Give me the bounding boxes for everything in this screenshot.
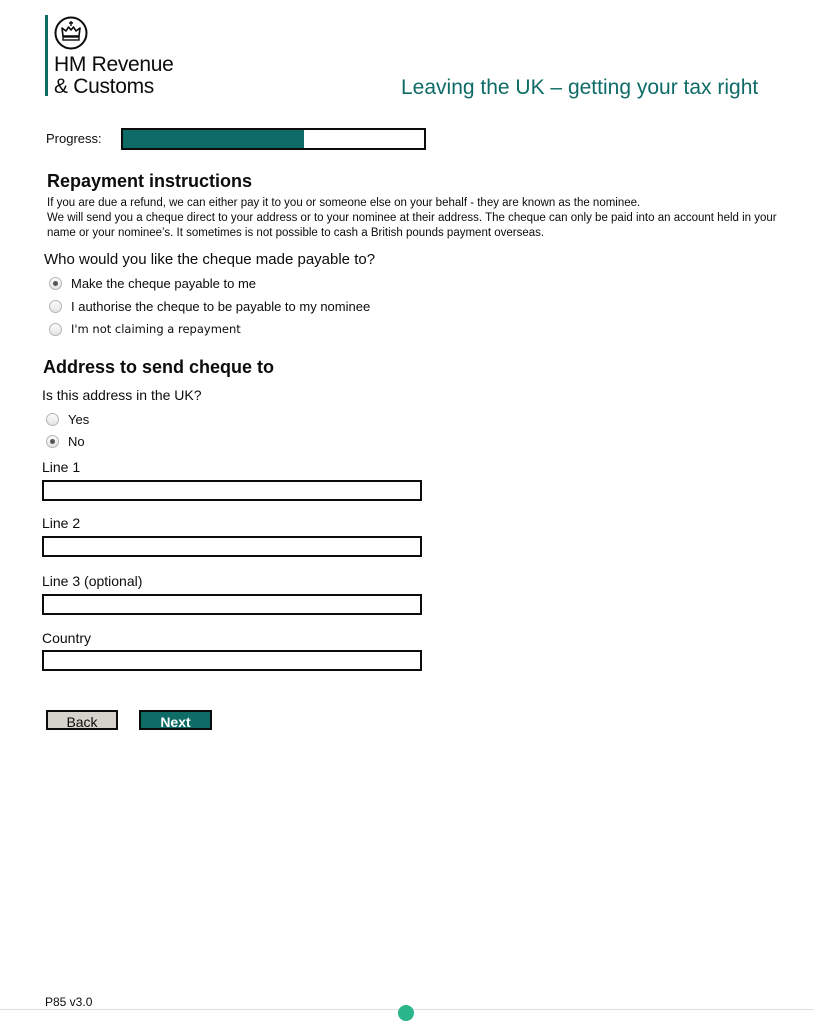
logo-line-2: & Customs — [54, 75, 154, 98]
line2-label: Line 2 — [42, 515, 81, 531]
intro-paragraph-1: If you are due a refund, we can either p… — [47, 197, 641, 209]
radio-button[interactable] — [49, 277, 62, 290]
radio-button[interactable] — [46, 413, 59, 426]
progress-label: Progress: — [46, 131, 102, 146]
crown-crest-icon — [54, 16, 88, 50]
logo-line-1: HM Revenue — [54, 53, 174, 76]
logo-accent-bar — [45, 15, 48, 96]
country-input[interactable] — [42, 650, 422, 671]
next-button[interactable]: Next — [139, 710, 212, 730]
payee-option-not-claiming[interactable]: I'm not claiming a repayment — [49, 322, 241, 336]
payee-option-nominee[interactable]: I authorise the cheque to be payable to … — [49, 299, 370, 314]
radio-button[interactable] — [49, 300, 62, 313]
radio-button[interactable] — [46, 435, 59, 448]
line1-input[interactable] — [42, 480, 422, 501]
radio-label: I'm not claiming a repayment — [71, 322, 241, 336]
address-heading: Address to send cheque to — [43, 357, 275, 377]
repayment-heading: Repayment instructions — [47, 171, 253, 191]
line1-label: Line 1 — [42, 459, 81, 475]
uk-option-no[interactable]: No — [46, 434, 85, 449]
radio-label: I authorise the cheque to be payable to … — [71, 299, 371, 314]
back-button[interactable]: Back — [46, 710, 118, 730]
floating-assistant-icon[interactable] — [398, 1005, 414, 1021]
uk-option-yes[interactable]: Yes — [46, 412, 89, 427]
form-version: P85 v3.0 — [45, 995, 93, 1009]
country-label: Country — [42, 630, 92, 646]
intro-paragraph-2: We will send you a cheque direct to your… — [47, 212, 777, 239]
uk-address-question: Is this address in the UK? — [42, 387, 202, 403]
line3-input[interactable] — [42, 594, 422, 615]
line3-label: Line 3 (optional) — [42, 573, 143, 589]
page-title: Leaving the UK – getting your tax right — [401, 76, 759, 99]
radio-label: Make the cheque payable to me — [71, 276, 257, 291]
radio-button[interactable] — [49, 322, 62, 336]
payee-option-me[interactable]: Make the cheque payable to me — [49, 276, 256, 291]
hmrc-logo-text: HM Revenue & Customs — [54, 54, 174, 98]
radio-label: Yes — [68, 412, 90, 427]
radio-label: No — [68, 434, 85, 449]
payee-question: Who would you like the cheque made payab… — [44, 251, 376, 268]
line2-input[interactable] — [42, 536, 422, 557]
progress-bar — [121, 128, 426, 150]
repayment-intro: If you are due a refund, we can either p… — [47, 196, 797, 241]
progress-bar-fill — [123, 130, 304, 148]
